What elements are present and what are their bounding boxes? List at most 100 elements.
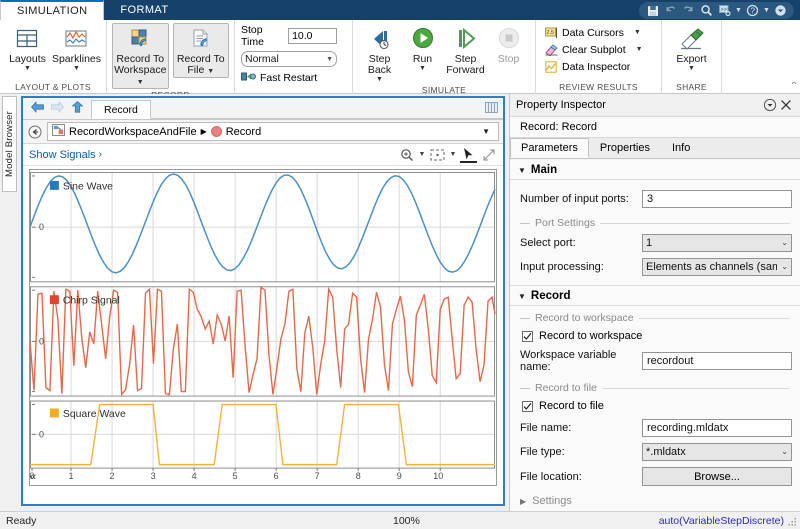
chevron-down-icon[interactable]: ▼ <box>735 4 742 18</box>
plot-container[interactable]: 0 Sine Wave 0 Chirp Signal 0 0 1 2 3 4 5… <box>29 169 497 486</box>
property-inspector-tabs: Parameters Properties Info <box>510 138 800 159</box>
svg-text:5: 5 <box>233 471 238 481</box>
up-icon[interactable] <box>69 99 85 115</box>
data-cursors-button[interactable]: 2.5 Data Cursors ▼ <box>542 24 657 41</box>
tab-properties[interactable]: Properties <box>589 138 661 158</box>
select-port-select[interactable]: 1 ⌄ <box>642 234 792 252</box>
breadcrumb[interactable]: RecordWorkspaceAndFile ▶ Record ▼ <box>47 122 499 141</box>
property-inspector-subtitle: Record: Record <box>510 116 800 138</box>
chevron-down-icon[interactable]: ▼ <box>376 76 383 84</box>
chevron-down-icon[interactable]: ▼ <box>419 65 426 73</box>
fast-restart-icon <box>241 70 256 86</box>
collapse-panel-icon[interactable]: « <box>25 470 41 484</box>
step-back-label: Step Back <box>367 53 392 76</box>
maximize-icon[interactable] <box>480 146 497 163</box>
sparklines-label: Sparklines <box>51 53 101 65</box>
tab-parameters[interactable]: Parameters <box>510 138 589 158</box>
browse-button[interactable]: Browse... <box>642 467 792 486</box>
panel-options-icon[interactable] <box>762 97 778 113</box>
file-location-label: File location: <box>520 470 582 483</box>
sim-mode-select[interactable]: Normal ▼ <box>241 51 337 67</box>
settings-label: Settings <box>532 495 572 507</box>
breadcrumb-model[interactable]: RecordWorkspaceAndFile <box>69 126 197 138</box>
ribbon-collapse-icon[interactable]: ⎴ <box>722 81 800 94</box>
record-to-file-button[interactable]: Record To File ▼ <box>172 23 229 78</box>
forward-icon[interactable] <box>49 99 65 115</box>
scope-tab-record[interactable]: Record <box>91 100 151 119</box>
chevron-down-icon[interactable]: ▼ <box>634 29 641 36</box>
layouts-button[interactable]: Layouts ▼ <box>5 23 50 73</box>
status-solver[interactable]: auto(VariableStepDiscrete) <box>659 515 784 527</box>
checkbox-record-to-file[interactable]: Record to file <box>510 396 800 416</box>
search-icon[interactable] <box>699 3 714 18</box>
chevron-down-icon[interactable]: ▼ <box>688 65 695 73</box>
run-button[interactable]: Run ▼ <box>401 23 444 73</box>
file-name-input[interactable]: recording.mldatx <box>642 419 792 437</box>
record-to-workspace-button[interactable]: Record To Workspace ▼ <box>112 23 169 89</box>
ribbon-group-title: LAYOUT & PLOTS <box>15 82 91 92</box>
svg-text:8: 8 <box>356 471 361 481</box>
data-inspector-icon <box>544 60 558 74</box>
redo-icon[interactable] <box>681 3 696 18</box>
chevron-down-icon: ⌄ <box>781 447 788 456</box>
back-icon[interactable] <box>29 99 45 115</box>
breadcrumb-chevron-down-icon[interactable]: ▼ <box>482 127 494 136</box>
settings-expander[interactable]: ▶ Settings <box>510 489 800 511</box>
sparklines-button[interactable]: Sparklines ▼ <box>52 23 101 73</box>
chevron-down-icon[interactable]: ▼ <box>24 65 31 73</box>
save-icon[interactable] <box>645 3 660 18</box>
file-type-select[interactable]: *.mldatx ⌄ <box>642 443 792 461</box>
step-forward-button[interactable]: Step Forward <box>444 23 487 76</box>
section-header-main[interactable]: ▼ Main <box>510 160 800 180</box>
sparklines-icon <box>63 26 89 52</box>
zoom-chevron-down-icon[interactable]: ▼ <box>418 151 426 158</box>
chevron-down-icon[interactable]: ▼ <box>137 79 144 86</box>
chevron-down-icon[interactable]: ▼ <box>636 46 643 53</box>
breadcrumb-block[interactable]: Record <box>226 126 261 138</box>
breadcrumb-back-icon[interactable] <box>27 124 43 140</box>
number-of-input-ports-label: Number of input ports: <box>520 193 629 205</box>
show-signals-button[interactable]: Show Signals <box>29 149 96 161</box>
svg-text:10: 10 <box>433 471 443 481</box>
zoom-in-icon[interactable] <box>398 146 415 163</box>
checkbox-record-to-workspace[interactable]: Record to workspace <box>510 326 800 346</box>
data-inspector-button[interactable]: Data Inspector <box>542 58 657 75</box>
stop-button[interactable]: Stop <box>487 23 530 65</box>
show-signals-chevron-icon[interactable]: › <box>99 149 102 160</box>
pan-fit-icon[interactable] <box>429 146 446 163</box>
fast-restart-button[interactable]: Fast Restart <box>241 70 337 86</box>
section-header-record[interactable]: ▼ Record <box>510 285 800 306</box>
help-icon[interactable]: ? <box>745 3 760 18</box>
chevron-down-icon-2[interactable]: ▼ <box>763 4 770 18</box>
cursor-icon[interactable] <box>460 146 477 163</box>
square-ytick-0: 0 <box>39 429 44 439</box>
workspace-variable-name-input[interactable]: recordout <box>642 352 792 370</box>
step-forward-label: Step Forward <box>446 53 485 76</box>
stop-time-input[interactable]: 10.0 <box>288 28 337 44</box>
resize-grip-icon[interactable] <box>788 518 797 527</box>
clear-subplot-button[interactable]: Clear Subplot ▼ <box>542 41 657 58</box>
input-processing-select[interactable]: Elements as channels (sample ⌄ <box>642 258 792 276</box>
chevron-down-icon[interactable]: ▼ <box>207 68 214 75</box>
expand-icon[interactable] <box>773 3 788 18</box>
status-zoom: 100% <box>393 514 420 527</box>
tab-format[interactable]: FORMAT <box>104 0 184 20</box>
checkbox-icon <box>522 330 533 342</box>
close-icon[interactable] <box>778 97 794 113</box>
tab-info[interactable]: Info <box>661 138 701 158</box>
record-to-workspace-label: Record to workspace <box>539 330 643 342</box>
legend-square-wave: Square Wave <box>63 409 126 420</box>
dock-icon[interactable] <box>485 102 498 113</box>
export-button[interactable]: Export ▼ <box>667 23 716 73</box>
step-back-button[interactable]: Step Back ▼ <box>358 23 401 84</box>
number-of-input-ports-input[interactable]: 3 <box>642 190 792 208</box>
chevron-down-icon[interactable]: ▼ <box>73 65 80 73</box>
tab-simulation[interactable]: SIMULATION <box>0 0 105 20</box>
pan-chevron-down-icon[interactable]: ▼ <box>449 151 457 158</box>
stop-icon <box>496 26 522 52</box>
shortcuts-icon[interactable]: >> <box>717 3 732 18</box>
undo-icon[interactable] <box>663 3 678 18</box>
model-browser-tab[interactable]: Model Browser <box>2 96 17 192</box>
data-cursors-icon: 2.5 <box>544 26 558 40</box>
svg-text:3: 3 <box>151 471 156 481</box>
